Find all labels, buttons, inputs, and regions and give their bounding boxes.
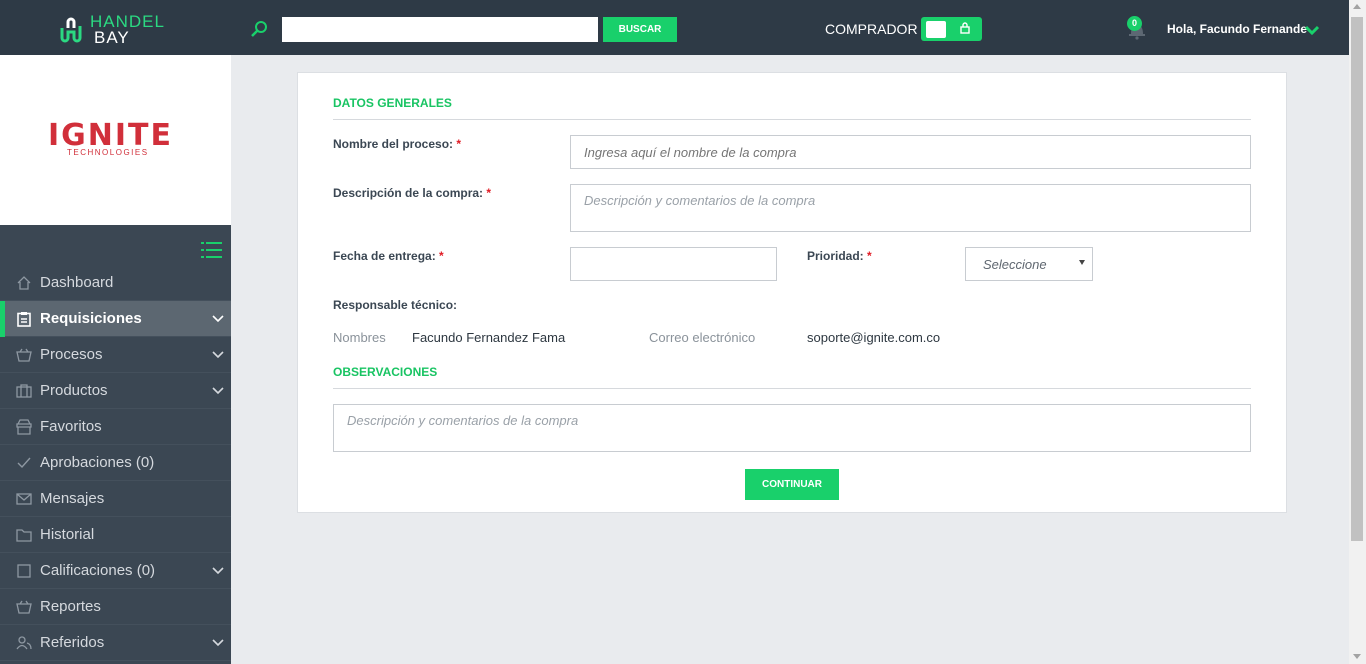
sidebar-item-productos[interactable]: Productos — [0, 373, 231, 409]
handelbay-logo[interactable]: HANDEL BAY — [58, 12, 188, 47]
company-logo: IGNITE TECHNOLOGIES — [0, 55, 231, 225]
folder-icon — [16, 529, 32, 542]
sidebar-item-label: Dashboard — [40, 274, 114, 291]
mode-label: COMPRADOR — [825, 21, 918, 37]
sidebar-item-reportes[interactable]: Reportes — [0, 589, 231, 625]
search-icon[interactable] — [250, 20, 268, 38]
names-value: Facundo Fernandez Fama — [412, 330, 566, 345]
handelbay-logo-icon — [60, 17, 82, 43]
description-textarea[interactable]: Descripción y comentarios de la compra — [570, 184, 1251, 232]
clipboard-icon — [17, 312, 31, 327]
chevron-down-icon — [212, 639, 224, 647]
sidebar-item-label: Reportes — [40, 598, 101, 615]
chevron-down-icon — [212, 351, 224, 359]
company-tagline: TECHNOLOGIES — [67, 148, 149, 157]
scrollbar-thumb[interactable] — [1351, 17, 1363, 541]
process-name-label: Nombre del proceso: * — [333, 137, 461, 151]
search-input[interactable] — [282, 17, 598, 42]
sidebar-item-procesos[interactable]: Procesos — [0, 337, 231, 373]
priority-select[interactable]: Seleccione — [965, 247, 1093, 281]
tech-responsible-label: Responsable técnico: — [333, 298, 458, 312]
observations-textarea[interactable]: Descripción y comentarios de la compra — [333, 404, 1251, 452]
priority-label: Prioridad: * — [807, 249, 872, 263]
names-label: Nombres — [333, 330, 386, 345]
sidebar-item-historial[interactable]: Historial — [0, 517, 231, 553]
description-label-text: Descripción de la compra: — [333, 186, 484, 200]
priority-selected-value: Seleccione — [983, 257, 1047, 272]
sidebar: IGNITE TECHNOLOGIES Dashboard Requisicio… — [0, 55, 235, 664]
notification-badge: 0 — [1127, 16, 1142, 31]
home-icon — [17, 276, 31, 290]
scroll-down-arrow-icon[interactable] — [1353, 654, 1361, 659]
sidebar-item-label: Aprobaciones (0) — [40, 454, 155, 471]
page-scrollbar[interactable] — [1349, 0, 1366, 664]
delivery-date-input[interactable] — [570, 247, 777, 281]
sidebar-item-mensajes[interactable]: Mensajes — [0, 481, 231, 517]
sidebar-item-calificaciones[interactable]: Calificaciones (0) — [0, 553, 231, 589]
store-icon — [16, 419, 32, 435]
chevron-down-icon[interactable] — [1305, 25, 1319, 35]
select-caret-icon — [1079, 260, 1085, 265]
continue-button[interactable]: CONTINUAR — [745, 469, 839, 500]
process-name-input[interactable] — [570, 135, 1251, 169]
toggle-knob — [926, 21, 946, 38]
delivery-date-label-text: Fecha de entrega: — [333, 249, 436, 263]
top-bar: HANDEL BAY BUSCAR COMPRADOR 0 Hola, Facu… — [0, 0, 1366, 55]
description-label: Descripción de la compra: * — [333, 186, 491, 200]
sidebar-item-label: Favoritos — [40, 418, 102, 435]
sidebar-item-referidos[interactable]: Referidos — [0, 625, 231, 661]
required-mark: * — [456, 137, 462, 151]
sidebar-item-label: Historial — [40, 526, 95, 543]
sidebar-menu: Dashboard Requisiciones Procesos Product… — [0, 265, 231, 661]
briefcase-icon — [16, 384, 32, 398]
menu-list-icon[interactable] — [201, 241, 222, 259]
email-value: soporte@ignite.com.co — [807, 330, 941, 345]
section-title-observations: OBSERVACIONES — [333, 365, 438, 379]
envelope-icon — [16, 493, 32, 505]
process-name-label-text: Nombre del proceso: — [333, 137, 454, 151]
required-mark: * — [867, 249, 872, 263]
sidebar-item-requisiciones[interactable]: Requisiciones — [0, 301, 231, 337]
sidebar-item-label: Referidos — [40, 634, 105, 651]
sidebar-item-label: Requisiciones — [40, 310, 142, 327]
delivery-date-label: Fecha de entrega: * — [333, 249, 444, 263]
sidebar-edge — [231, 55, 235, 664]
chevron-down-icon — [212, 315, 224, 323]
basket-icon — [16, 348, 32, 362]
section-title-general: DATOS GENERALES — [333, 96, 452, 110]
requisition-form: DATOS GENERALES Nombre del proceso: * De… — [297, 72, 1287, 513]
logo-text-bottom: BAY — [94, 28, 130, 47]
priority-label-text: Prioridad: — [807, 249, 864, 263]
shopping-bag-icon — [960, 22, 970, 34]
users-icon — [16, 636, 32, 650]
check-icon — [17, 457, 31, 469]
sidebar-item-favoritos[interactable]: Favoritos — [0, 409, 231, 445]
required-mark: * — [439, 249, 444, 263]
chevron-down-icon — [212, 567, 224, 575]
sidebar-item-dashboard[interactable]: Dashboard — [0, 265, 231, 301]
scroll-up-arrow-icon[interactable] — [1353, 4, 1361, 9]
required-mark: * — [486, 186, 492, 200]
divider — [333, 388, 1251, 389]
divider — [333, 119, 1251, 120]
basket-icon — [16, 600, 32, 614]
user-greeting[interactable]: Hola, Facundo Fernande — [1167, 22, 1307, 36]
search-button[interactable]: BUSCAR — [603, 17, 677, 42]
sidebar-item-aprobaciones[interactable]: Aprobaciones (0) — [0, 445, 231, 481]
sidebar-item-label: Productos — [40, 382, 108, 399]
chevron-down-icon — [212, 387, 224, 395]
buyer-mode-toggle[interactable] — [921, 17, 982, 41]
sidebar-item-label: Calificaciones (0) — [40, 562, 156, 579]
square-icon — [17, 564, 31, 578]
email-label: Correo electrónico — [649, 330, 756, 345]
sidebar-item-label: Mensajes — [40, 490, 105, 507]
sidebar-item-label: Procesos — [40, 346, 103, 363]
